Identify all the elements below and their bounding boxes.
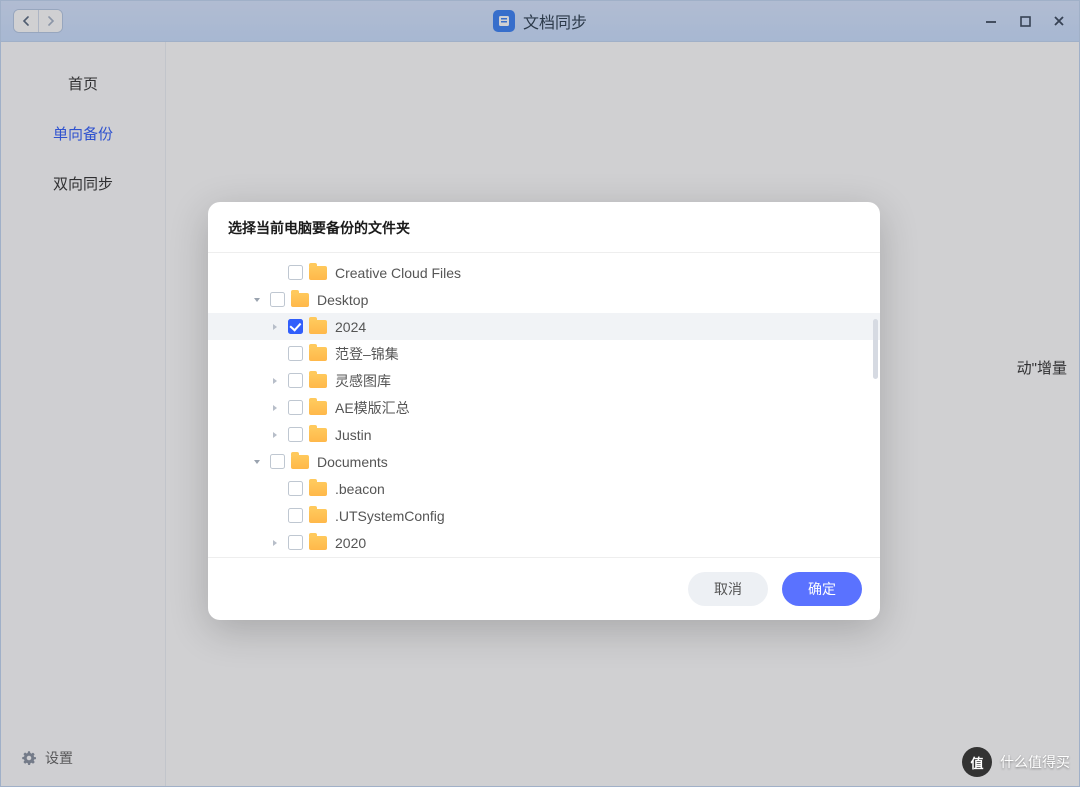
tree-row[interactable]: AE模版汇总 bbox=[208, 394, 880, 421]
tree-row[interactable]: 范登–锦集 bbox=[208, 340, 880, 367]
expander-toggle[interactable] bbox=[268, 428, 282, 442]
folder-icon bbox=[309, 536, 327, 550]
folder-label: Creative Cloud Files bbox=[335, 265, 461, 281]
tree-row[interactable]: 2020 bbox=[208, 529, 880, 556]
tree-row[interactable]: Desktop bbox=[208, 286, 880, 313]
folder-icon bbox=[309, 266, 327, 280]
dialog-title: 选择当前电脑要备份的文件夹 bbox=[208, 202, 880, 253]
sidebar-item-label: 单向备份 bbox=[53, 123, 113, 144]
back-button[interactable] bbox=[14, 10, 38, 32]
tree-row[interactable]: Documents bbox=[208, 448, 880, 475]
background-text-fragment: 动"增量 bbox=[1017, 357, 1067, 378]
app-title-text: 文档同步 bbox=[523, 9, 587, 33]
expander-toggle[interactable] bbox=[268, 374, 282, 388]
chevron-right-icon bbox=[47, 16, 55, 26]
scrollbar-thumb[interactable] bbox=[873, 319, 878, 379]
tree-row[interactable]: .beacon bbox=[208, 475, 880, 502]
folder-icon bbox=[309, 374, 327, 388]
folder-label: Justin bbox=[335, 427, 372, 443]
tree-row[interactable]: Justin bbox=[208, 421, 880, 448]
close-icon bbox=[1052, 14, 1066, 28]
folder-label: Desktop bbox=[317, 292, 368, 308]
nav-button-group bbox=[13, 9, 63, 33]
folder-label: .UTSystemConfig bbox=[335, 508, 445, 524]
checkbox[interactable] bbox=[288, 508, 303, 523]
minimize-button[interactable] bbox=[983, 13, 999, 29]
tree-row[interactable]: .UTSystemConfig bbox=[208, 502, 880, 529]
checkbox[interactable] bbox=[288, 400, 303, 415]
checkbox[interactable] bbox=[270, 454, 285, 469]
folder-label: 2024 bbox=[335, 319, 366, 335]
maximize-button[interactable] bbox=[1017, 13, 1033, 29]
expander-toggle[interactable] bbox=[250, 455, 264, 469]
tree-row[interactable]: 灵感图库 bbox=[208, 367, 880, 394]
settings-link[interactable]: 设置 bbox=[1, 730, 165, 786]
app-icon bbox=[493, 10, 515, 32]
checkbox[interactable] bbox=[288, 265, 303, 280]
minimize-icon bbox=[984, 14, 998, 28]
watermark-text: 什么值得买 bbox=[1000, 752, 1070, 772]
folder-icon bbox=[309, 482, 327, 496]
folder-label: AE模版汇总 bbox=[335, 398, 410, 418]
maximize-icon bbox=[1019, 15, 1032, 28]
tree-row[interactable]: 2024 bbox=[208, 313, 880, 340]
dialog-footer: 取消 确定 bbox=[208, 557, 880, 620]
folder-tree[interactable]: Creative Cloud Files Desktop 2024 范登–锦集灵感图库… bbox=[208, 259, 880, 556]
close-button[interactable] bbox=[1051, 13, 1067, 29]
sidebar-item-home[interactable]: 首页 bbox=[1, 58, 165, 108]
folder-label: 2020 bbox=[335, 535, 366, 551]
folder-icon bbox=[291, 293, 309, 307]
sidebar-item-label: 首页 bbox=[68, 73, 98, 94]
watermark-badge: 值 bbox=[962, 747, 992, 777]
sidebar: 首页 单向备份 双向同步 设置 bbox=[1, 42, 166, 786]
watermark: 值 什么值得买 bbox=[962, 747, 1070, 777]
window-title: 文档同步 bbox=[493, 9, 587, 33]
expander-spacer bbox=[268, 482, 282, 496]
dialog-body: Creative Cloud Files Desktop 2024 范登–锦集灵感图库… bbox=[208, 253, 880, 557]
tree-row[interactable]: Creative Cloud Files bbox=[208, 259, 880, 286]
chevron-left-icon bbox=[22, 16, 30, 26]
folder-icon bbox=[309, 347, 327, 361]
folder-icon bbox=[309, 509, 327, 523]
expander-toggle[interactable] bbox=[250, 293, 264, 307]
expander-toggle[interactable] bbox=[268, 320, 282, 334]
expander-spacer bbox=[268, 509, 282, 523]
checkbox[interactable] bbox=[288, 535, 303, 550]
checkbox[interactable] bbox=[270, 292, 285, 307]
checkbox[interactable] bbox=[288, 373, 303, 388]
folder-label: Documents bbox=[317, 454, 388, 470]
sidebar-item-label: 双向同步 bbox=[53, 173, 113, 194]
sidebar-item-one-way-backup[interactable]: 单向备份 bbox=[1, 108, 165, 158]
folder-icon bbox=[309, 401, 327, 415]
expander-toggle[interactable] bbox=[268, 401, 282, 415]
expander-spacer bbox=[268, 266, 282, 280]
folder-icon bbox=[309, 320, 327, 334]
folder-icon bbox=[291, 455, 309, 469]
folder-icon bbox=[309, 428, 327, 442]
gear-icon bbox=[21, 750, 37, 766]
cancel-button[interactable]: 取消 bbox=[688, 572, 768, 606]
titlebar: 文档同步 bbox=[0, 0, 1080, 42]
checkbox[interactable] bbox=[288, 319, 303, 334]
folder-label: .beacon bbox=[335, 481, 385, 497]
checkbox[interactable] bbox=[288, 346, 303, 361]
checkbox[interactable] bbox=[288, 481, 303, 496]
folder-picker-dialog: 选择当前电脑要备份的文件夹 Creative Cloud Files Deskto… bbox=[208, 202, 880, 620]
window-controls bbox=[983, 13, 1067, 29]
folder-label: 灵感图库 bbox=[335, 371, 391, 391]
forward-button[interactable] bbox=[38, 10, 62, 32]
expander-spacer bbox=[268, 347, 282, 361]
sidebar-item-two-way-sync[interactable]: 双向同步 bbox=[1, 158, 165, 208]
folder-label: 范登–锦集 bbox=[335, 344, 399, 364]
settings-label: 设置 bbox=[45, 748, 73, 768]
confirm-button[interactable]: 确定 bbox=[782, 572, 862, 606]
checkbox[interactable] bbox=[288, 427, 303, 442]
expander-toggle[interactable] bbox=[268, 536, 282, 550]
